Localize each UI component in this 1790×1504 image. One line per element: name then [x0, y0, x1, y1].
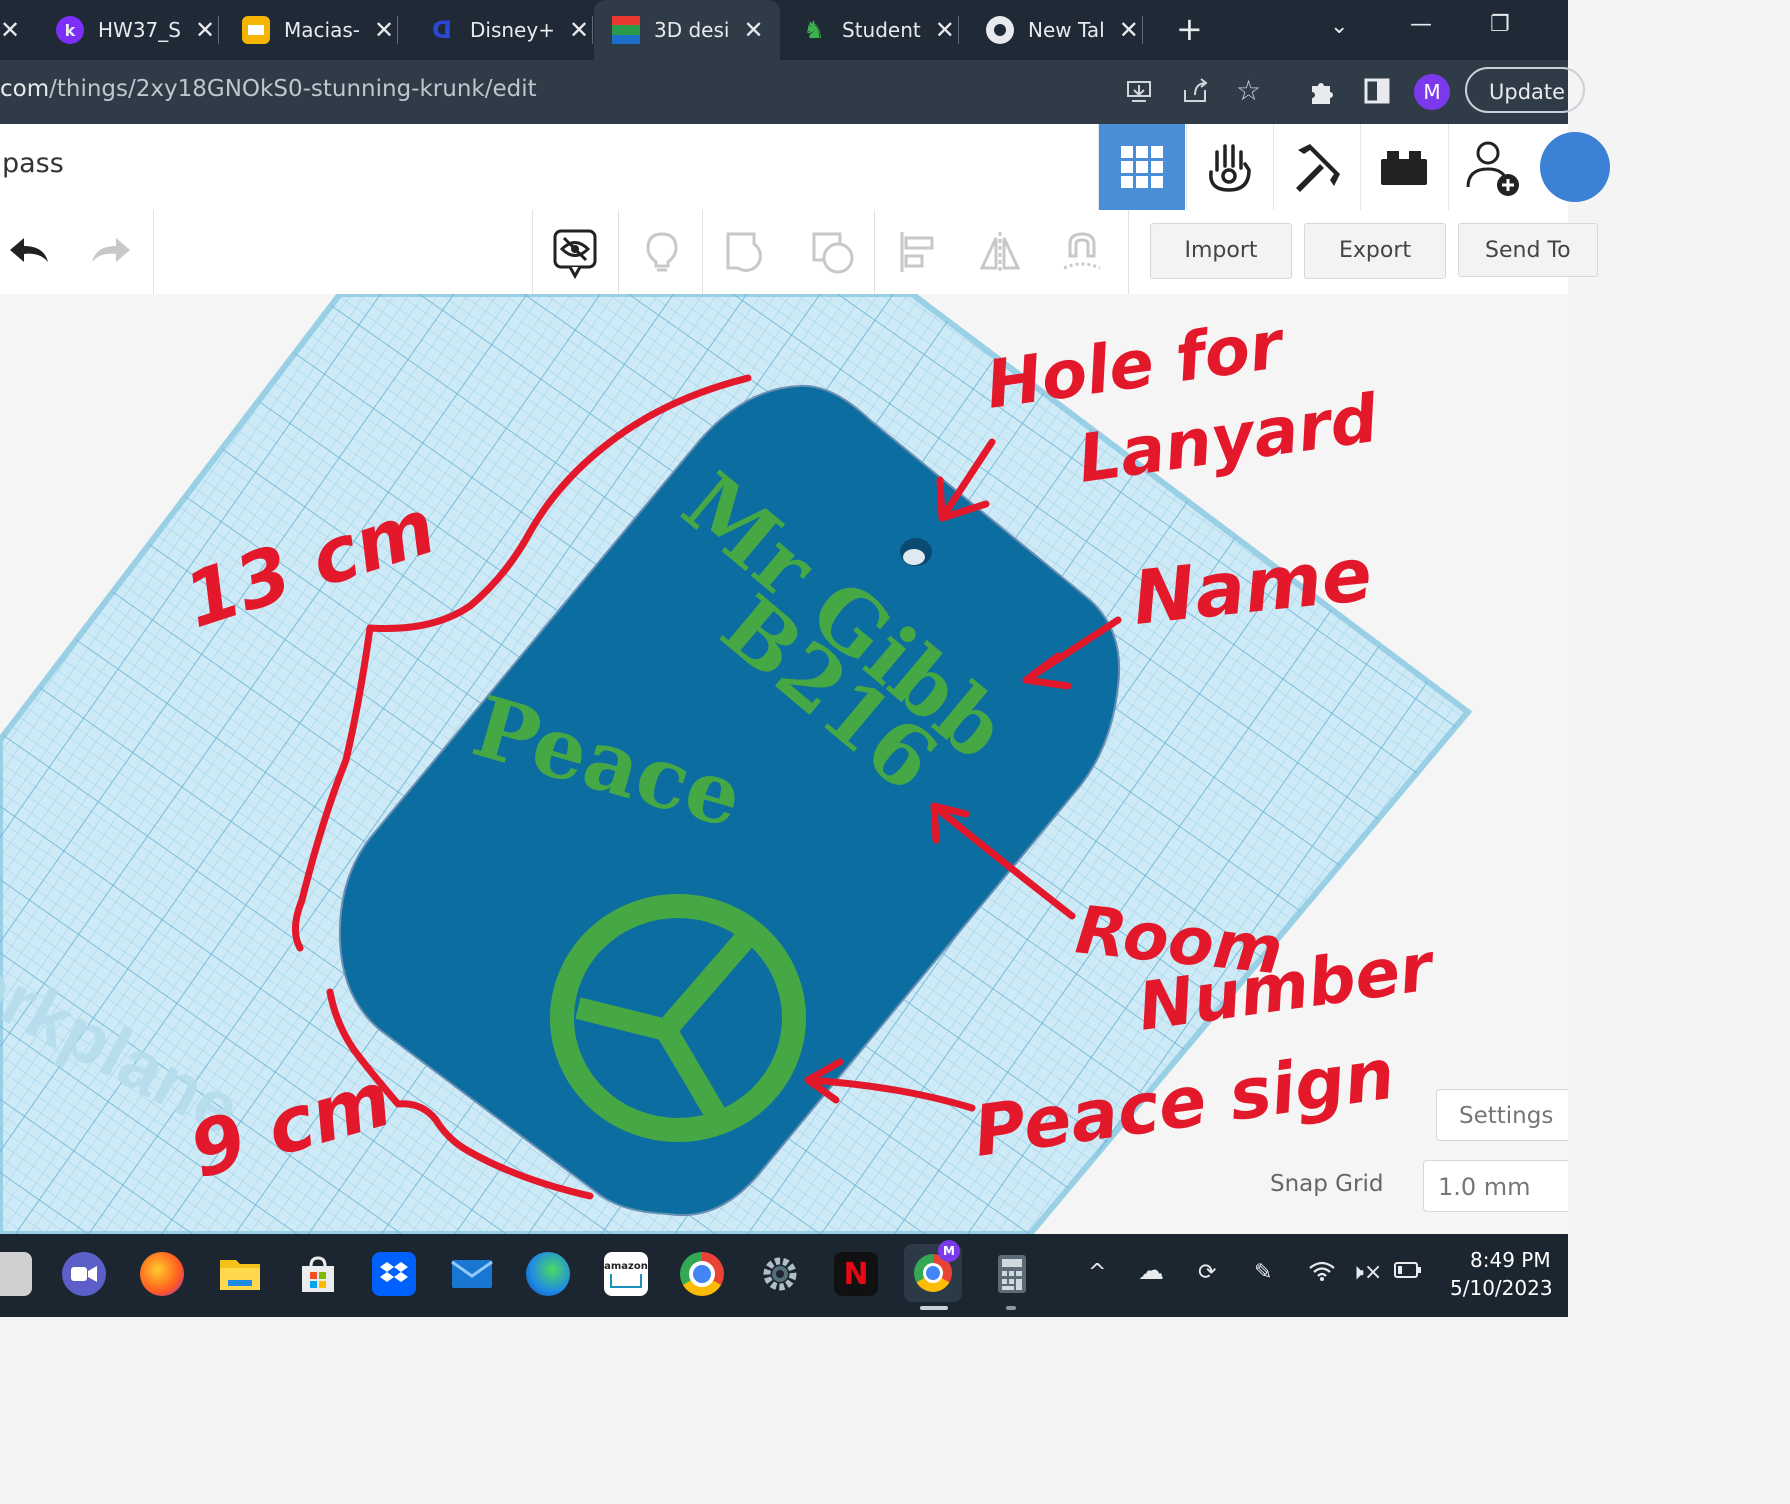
settings-button[interactable]: Settings [1436, 1089, 1568, 1141]
url-path: /things/2xy18GNOkS0-stunning-krunk/edit [49, 76, 537, 102]
user-avatar[interactable] [1540, 132, 1610, 202]
tab-kami[interactable]: k HW37_S ✕ [56, 0, 220, 60]
send-to-button[interactable]: Send To [1458, 223, 1598, 277]
amazon-icon[interactable]: amazon [604, 1252, 648, 1296]
dropbox-icon[interactable] [372, 1252, 416, 1296]
chrome-taskbar-icon[interactable] [680, 1252, 724, 1296]
tinkercad-icon [612, 16, 640, 44]
snap-grid-label: Snap Grid [1270, 1171, 1384, 1197]
tab-label: Student [842, 18, 921, 42]
tab-label: Macias- [284, 18, 360, 42]
cruise-icon[interactable] [1060, 230, 1104, 274]
add-user-icon [1466, 141, 1519, 196]
slides-icon [242, 16, 270, 44]
close-icon[interactable]: ✕ [195, 16, 215, 44]
firefox-icon[interactable] [140, 1252, 184, 1296]
3d-design-view-button[interactable] [1098, 124, 1185, 210]
update-button[interactable]: Update [1465, 67, 1585, 113]
task-view-icon[interactable] [0, 1252, 32, 1296]
side-panel-icon[interactable] [1362, 76, 1392, 113]
pickaxe-icon [1296, 144, 1340, 192]
clock-date[interactable]: 5/10/2023 [1450, 1276, 1553, 1300]
sync-icon[interactable]: ⟳ [1198, 1260, 1216, 1285]
tab-label: 3D desi [654, 18, 730, 42]
volume-muted-icon[interactable]: 🕨× [1350, 1260, 1382, 1285]
url-host: com [0, 76, 50, 102]
disney-icon: ᗡ [432, 16, 452, 44]
extensions-icon[interactable] [1306, 76, 1336, 113]
import-button[interactable]: Import [1150, 223, 1292, 279]
tab-tinkercad[interactable]: 3D desi ✕ [594, 0, 780, 60]
snap-grid-select[interactable]: 1.0 mm [1423, 1160, 1568, 1212]
close-icon[interactable]: ✕ [935, 16, 955, 44]
running-app-indicator [1006, 1306, 1016, 1310]
3d-scene: Workplane Mr Gibb B216 Peace Hole for La… [0, 294, 1473, 1234]
tab-new[interactable]: New Tal ✕ [986, 0, 1143, 60]
hand-icon [1209, 144, 1251, 192]
close-icon[interactable]: ✕ [743, 16, 763, 44]
codeblocks-button[interactable] [1186, 124, 1273, 210]
share-icon[interactable] [1180, 76, 1210, 113]
mirror-icon[interactable] [978, 230, 1022, 274]
redo-icon[interactable] [88, 230, 132, 274]
tab-label: New Tal [1028, 18, 1105, 42]
tab-label: Disney+ [470, 18, 555, 42]
teams-chat-icon[interactable] [62, 1252, 106, 1296]
battery-icon[interactable] [1394, 1260, 1422, 1285]
microsoft-store-icon[interactable] [296, 1252, 340, 1296]
close-icon[interactable]: ✕ [569, 16, 589, 44]
editor-toolbar: Import Export Send To [0, 210, 1598, 295]
app-header: pass [0, 124, 1610, 211]
netflix-icon[interactable]: N [834, 1252, 878, 1296]
pen-icon[interactable]: ✎ [1254, 1260, 1272, 1285]
wifi-icon[interactable] [1308, 1260, 1336, 1288]
export-button[interactable]: Export [1304, 223, 1446, 279]
tab-close-partial[interactable]: ✕ [0, 0, 20, 60]
file-explorer-icon[interactable] [218, 1252, 262, 1296]
close-icon[interactable]: ✕ [1119, 16, 1139, 44]
undo-icon[interactable] [8, 230, 52, 274]
tab-search-chevron-icon[interactable]: ⌄ [1330, 14, 1348, 39]
windows-taskbar: amazon N M ^ ☁ ⟳ ✎ 🕨× 8:49 PM 5/10/2023 [0, 1234, 1568, 1317]
active-app-indicator [920, 1306, 948, 1310]
align-icon[interactable] [896, 230, 940, 274]
chrome-icon [986, 16, 1014, 44]
settings-gear-icon[interactable] [758, 1252, 802, 1296]
chrome-active-icon[interactable]: M [904, 1240, 962, 1302]
clock-time[interactable]: 8:49 PM [1470, 1248, 1551, 1272]
url-field[interactable]: com/things/2xy18GNOkS0-stunning-krunk/ed… [0, 76, 537, 102]
profile-avatar[interactable]: M [1414, 74, 1450, 110]
student-icon: ♞ [803, 16, 825, 44]
tab-label: HW37_S [98, 18, 181, 42]
mail-icon[interactable] [450, 1252, 494, 1296]
new-tab-icon[interactable]: + [1176, 10, 1203, 48]
notes-visibility-icon[interactable] [552, 228, 598, 280]
ungroup-icon[interactable] [810, 230, 854, 274]
tab-slides[interactable]: Macias- ✕ [242, 0, 399, 60]
workplane-canvas[interactable]: Workplane Mr Gibb B216 Peace Hole for La… [0, 294, 1568, 1234]
minecraft-button[interactable] [1273, 124, 1360, 210]
bookmark-star-icon[interactable]: ☆ [1236, 74, 1261, 107]
close-icon[interactable]: ✕ [374, 16, 394, 44]
kami-icon: k [56, 16, 84, 44]
tab-student[interactable]: ♞ Student ✕ [800, 0, 959, 60]
minimize-icon[interactable]: — [1410, 12, 1432, 37]
group-icon[interactable] [724, 230, 768, 274]
show-hidden-icons-chevron[interactable]: ^ [1088, 1260, 1106, 1285]
tab-disney[interactable]: ᗡ Disney+ ✕ [428, 0, 594, 60]
restore-icon[interactable]: ❐ [1490, 12, 1510, 37]
brick-icon [1381, 151, 1427, 185]
invite-user-button[interactable] [1448, 124, 1535, 210]
onedrive-cloud-icon[interactable]: ☁ [1138, 1256, 1164, 1286]
calculator-icon[interactable] [990, 1252, 1034, 1296]
grid-icon [1121, 146, 1163, 188]
install-app-icon[interactable] [1124, 76, 1154, 113]
project-title[interactable]: pass [2, 148, 64, 179]
edge-icon[interactable] [526, 1252, 570, 1296]
browser-tab-bar: ✕ k HW37_S ✕ Macias- ✕ ᗡ Disney+ ✕ 3D de… [0, 0, 1568, 60]
bricks-button[interactable] [1360, 124, 1447, 210]
lightbulb-icon[interactable] [640, 230, 684, 274]
